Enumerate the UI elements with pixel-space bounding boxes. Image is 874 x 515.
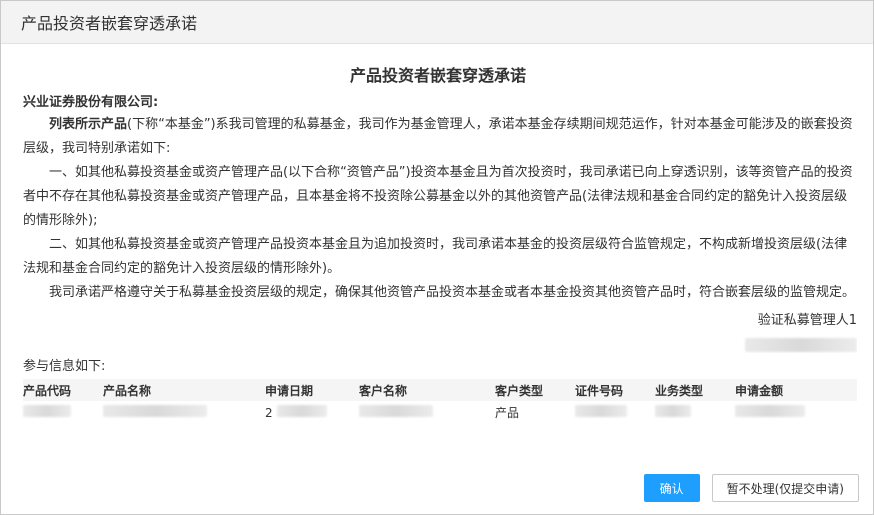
header-id-number: 证件号码 xyxy=(575,383,624,398)
cell-amount xyxy=(735,401,857,423)
paragraph-first: 一、如其他私募投资基金或资产管理产品(以下合称“资管产品”)投资本基金且为首次投… xyxy=(23,165,853,228)
redacted-date xyxy=(745,338,857,352)
redacted-product-name xyxy=(103,404,207,417)
redacted-business-type xyxy=(655,404,691,417)
paragraph-intro: 列表所示产品(下称“本基金”)系我司管理的私募基金，我司作为基金管理人，承诺本基… xyxy=(23,113,857,161)
addressee: 兴业证券股份有限公司: xyxy=(23,95,159,110)
table-header-row: 产品代码 产品名称 申请日期 客户名称 客户类型 证件号码 业务类型 申请金额 xyxy=(23,379,857,401)
redacted-customer-name xyxy=(359,404,433,417)
intro-bold: 列表所示产品 xyxy=(49,117,128,132)
paragraph-second: 二、如其他私募投资基金或资产管理产品投资本基金且为追加投资时，我司承诺本基金的投… xyxy=(23,237,848,276)
signature-date xyxy=(23,333,857,353)
redacted-id-number xyxy=(575,404,627,417)
header-product-name: 产品名称 xyxy=(103,383,152,398)
paragraph-pledge: 我司承诺严格遵守关于私募基金投资层级的规定，确保其他资管产品投资本基金或者本基金… xyxy=(49,285,856,300)
header-customer-type: 客户类型 xyxy=(495,383,544,398)
commitment-dialog: 产品投资者嵌套穿透承诺 产品投资者嵌套穿透承诺 兴业证券股份有限公司: 列表所示… xyxy=(0,0,874,515)
document-title: 产品投资者嵌套穿透承诺 xyxy=(349,66,526,85)
header-customer-name: 客户名称 xyxy=(359,383,408,398)
cell-apply-date: 2 xyxy=(265,401,359,423)
participation-table: 产品代码 产品名称 申请日期 客户名称 客户类型 证件号码 业务类型 申请金额 … xyxy=(23,379,857,423)
cell-customer-name xyxy=(359,401,495,423)
cell-product-name xyxy=(103,401,265,423)
cell-customer-type: 产品 xyxy=(495,405,520,420)
confirm-button[interactable]: 确认 xyxy=(643,474,700,502)
dialog-title: 产品投资者嵌套穿透承诺 xyxy=(1,1,873,44)
intro-rest: (下称“本基金”)系我司管理的私募基金，我司作为基金管理人，承诺本基金存续期间规… xyxy=(23,117,853,156)
cell-id-number xyxy=(575,401,655,423)
redacted-apply-date xyxy=(276,404,327,417)
participation-info-label: 参与信息如下: xyxy=(23,359,106,374)
header-business-type: 业务类型 xyxy=(655,383,704,398)
redacted-amount xyxy=(735,404,805,417)
table-row: 2 产品 xyxy=(23,401,857,423)
signer-name: 验证私募管理人1 xyxy=(757,313,857,328)
cell-product-code xyxy=(23,401,103,423)
header-apply-date: 申请日期 xyxy=(265,383,314,398)
header-amount: 申请金额 xyxy=(735,383,784,398)
dialog-content: 产品投资者嵌套穿透承诺 兴业证券股份有限公司: 列表所示产品(下称“本基金”)系… xyxy=(23,61,857,423)
defer-button[interactable]: 暂不处理(仅提交申请) xyxy=(711,474,859,502)
dialog-footer: 确认 暂不处理(仅提交申请) xyxy=(643,474,859,502)
apply-date-visible: 2 xyxy=(265,405,273,420)
redacted-product-code xyxy=(23,404,71,417)
cell-business-type xyxy=(655,401,735,423)
header-product-code: 产品代码 xyxy=(23,383,72,398)
